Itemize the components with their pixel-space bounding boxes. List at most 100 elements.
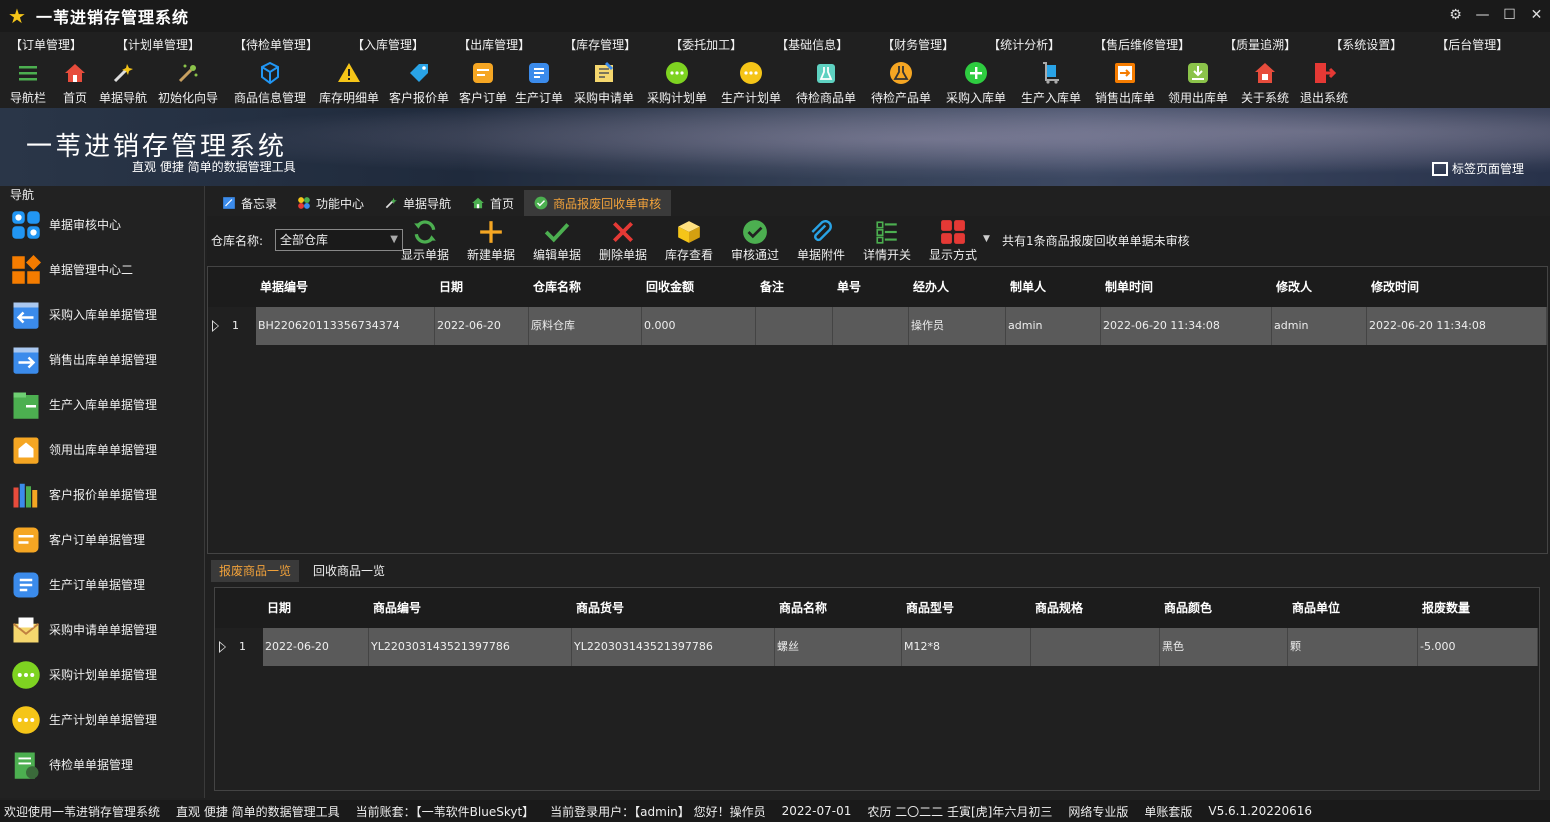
main-toolbar: 导航栏 首页 单据导航 初始化向导 商品信息管理 库存明细单 客户报价单 客户订单 生产订单 采购… xyxy=(0,58,1550,106)
nav-item-6[interactable]: 客户报价单单据管理 xyxy=(0,472,204,517)
content-button-4[interactable]: 库存查看 xyxy=(665,218,713,263)
toolbar-button-11[interactable]: 生产计划单 xyxy=(714,58,788,106)
detail-tab-1[interactable]: 回收商品一览 xyxy=(305,560,393,582)
table-cell[interactable] xyxy=(1031,628,1160,666)
content-button-0[interactable]: 显示单据 xyxy=(401,218,449,263)
menu-item[interactable]: 【售后维修管理】 xyxy=(1084,34,1200,56)
table-cell[interactable]: -5.000 xyxy=(1418,628,1538,666)
table-cell[interactable]: M12*8 xyxy=(902,628,1031,666)
menu-item[interactable]: 【系统设置】 xyxy=(1320,34,1412,56)
menu-item[interactable]: 【财务管理】 xyxy=(872,34,964,56)
content-button-6[interactable]: 单据附件 xyxy=(797,218,845,263)
table-cell[interactable]: 黑色 xyxy=(1160,628,1288,666)
nav-item-0[interactable]: 单据审核中心 xyxy=(0,202,204,247)
table-cell[interactable]: YL220303143521397786 xyxy=(572,628,775,666)
table-cell[interactable]: 2022-06-20 11:34:08 xyxy=(1367,307,1547,345)
settings-gear-icon[interactable]: ⚙ xyxy=(1442,0,1469,30)
menu-item[interactable]: 【基础信息】 xyxy=(766,34,858,56)
toolbar-button-1[interactable]: 首页 xyxy=(56,58,94,106)
menu-item[interactable]: 【入库管理】 xyxy=(342,34,434,56)
table-row[interactable]: 1 2022-06-20 YL220303143521397786 YL2203031… xyxy=(215,628,1539,666)
table-cell[interactable] xyxy=(833,307,909,345)
nav-item-12[interactable]: 待检单单据管理 xyxy=(0,742,204,787)
menu-item[interactable]: 【统计分析】 xyxy=(978,34,1070,56)
nav-item-2[interactable]: 采购入库单单据管理 xyxy=(0,292,204,337)
content-button-7[interactable]: 详情开关 xyxy=(863,218,911,263)
menu-item[interactable]: 【库存管理】 xyxy=(554,34,646,56)
toolbar-button-16[interactable]: 销售出库单 xyxy=(1088,58,1162,106)
tab-4[interactable]: 商品报废回收单审核 xyxy=(524,190,672,216)
table-cell[interactable]: 原料仓库 xyxy=(529,307,642,345)
menu-item[interactable]: 【待检单管理】 xyxy=(224,34,328,56)
nav-item-label: 采购申请单单据管理 xyxy=(49,623,158,637)
toolbar-button-6[interactable]: 客户报价单 xyxy=(382,58,456,106)
toolbar-button-label: 生产入库单 xyxy=(1020,91,1081,105)
table-cell[interactable]: admin xyxy=(1272,307,1367,345)
nav-item-1[interactable]: 单据管理中心二 xyxy=(0,247,204,292)
toolbar-button-13[interactable]: 待检产品单 xyxy=(864,58,938,106)
table-cell[interactable]: 2022-06-20 xyxy=(263,628,369,666)
warehouse-select-value: 全部仓库 xyxy=(280,233,329,247)
toolbar-button-17[interactable]: 领用出库单 xyxy=(1162,58,1234,106)
tab-0[interactable]: 备忘录 xyxy=(212,190,287,216)
close-icon[interactable]: ✕ xyxy=(1523,0,1550,30)
nav-item-9[interactable]: 采购申请单单据管理 xyxy=(0,607,204,652)
table-cell[interactable]: YL220303143521397786 xyxy=(369,628,572,666)
toolbar-button-14[interactable]: 采购入库单 xyxy=(938,58,1014,106)
table-cell[interactable]: 2022-06-20 11:34:08 xyxy=(1101,307,1272,345)
nav-item-3[interactable]: 销售出库单单据管理 xyxy=(0,337,204,382)
toolbar-button-4[interactable]: 商品信息管理 xyxy=(224,58,316,106)
toolbar-button-8[interactable]: 生产订单 xyxy=(510,58,568,106)
tab-2[interactable]: 单据导航 xyxy=(374,190,461,216)
toolbar-button-9[interactable]: 采购申请单 xyxy=(568,58,640,106)
warehouse-select[interactable]: 全部仓库 ▼ xyxy=(275,229,403,251)
nav-item-10[interactable]: 采购计划单单据管理 xyxy=(0,652,204,697)
menu-item[interactable]: 【计划单管理】 xyxy=(106,34,210,56)
nav-item-4[interactable]: 生产入库单单据管理 xyxy=(0,382,204,427)
detail-tab-0[interactable]: 报废商品一览 xyxy=(211,560,300,582)
menu-item[interactable]: 【订单管理】 xyxy=(0,34,92,56)
paperclip-icon xyxy=(806,218,836,246)
content-button-8[interactable]: 显示方式 xyxy=(929,218,977,263)
toolbar-button-18[interactable]: 关于系统 xyxy=(1234,58,1296,106)
tab-1[interactable]: 功能中心 xyxy=(287,190,374,216)
table-cell[interactable] xyxy=(756,307,833,345)
menu-item[interactable]: 【质量追溯】 xyxy=(1214,34,1306,56)
toolbar-button-5[interactable]: 库存明细单 xyxy=(316,58,382,106)
content-button-5[interactable]: 审核通过 xyxy=(731,218,779,263)
toolbar-button-10[interactable]: 采购计划单 xyxy=(640,58,714,106)
nav-item-11[interactable]: 生产计划单单据管理 xyxy=(0,697,204,742)
toolbar-button-7[interactable]: 客户订单 xyxy=(456,58,510,106)
toolbar-button-19[interactable]: 退出系统 xyxy=(1296,58,1352,106)
minimize-icon[interactable]: — xyxy=(1469,0,1496,30)
content-button-3[interactable]: 删除单据 xyxy=(599,218,647,263)
table-cell[interactable]: 操作员 xyxy=(909,307,1006,345)
menu-item[interactable]: 【委托加工】 xyxy=(660,34,752,56)
toolbar-button-15[interactable]: 生产入库单 xyxy=(1014,58,1088,106)
tab-3[interactable]: 首页 xyxy=(461,190,524,216)
nav-item-7[interactable]: 客户订单单据管理 xyxy=(0,517,204,562)
table-cell[interactable]: 2022-06-20 xyxy=(435,307,529,345)
table-cell[interactable]: 0.000 xyxy=(642,307,756,345)
home-icon xyxy=(471,196,485,210)
content-button-1[interactable]: 新建单据 xyxy=(467,218,515,263)
nav-item-8[interactable]: 生产订单单据管理 xyxy=(0,562,204,607)
toolbar-button-2[interactable]: 单据导航 xyxy=(94,58,152,106)
nav-item-5[interactable]: 领用出库单单据管理 xyxy=(0,427,204,472)
table-cell[interactable]: 颗 xyxy=(1288,628,1418,666)
table-cell[interactable]: 螺丝 xyxy=(775,628,902,666)
row-number: 1 xyxy=(239,640,246,653)
tab-manage-button[interactable]: 标签页面管理 xyxy=(1431,160,1524,177)
menu-item[interactable]: 【出库管理】 xyxy=(448,34,540,56)
table-cell[interactable]: BH220620113356734374 xyxy=(256,307,435,345)
toolbar-button-3[interactable]: 初始化向导 xyxy=(152,58,224,106)
maximize-icon[interactable]: ☐ xyxy=(1496,0,1523,30)
toolbar-button-0[interactable]: 导航栏 xyxy=(0,58,56,106)
table-cell[interactable]: admin xyxy=(1006,307,1101,345)
display-mode-dropdown-icon[interactable]: ▼ xyxy=(983,234,990,244)
tag-icon xyxy=(406,60,432,86)
content-button-2[interactable]: 编辑单据 xyxy=(533,218,581,263)
table-row[interactable]: 1 BH220620113356734374 2022-06-20 原料仓库 0.000… xyxy=(208,307,1547,345)
toolbar-button-12[interactable]: 待检商品单 xyxy=(788,58,864,106)
menu-item[interactable]: 【后台管理】 xyxy=(1426,34,1518,56)
